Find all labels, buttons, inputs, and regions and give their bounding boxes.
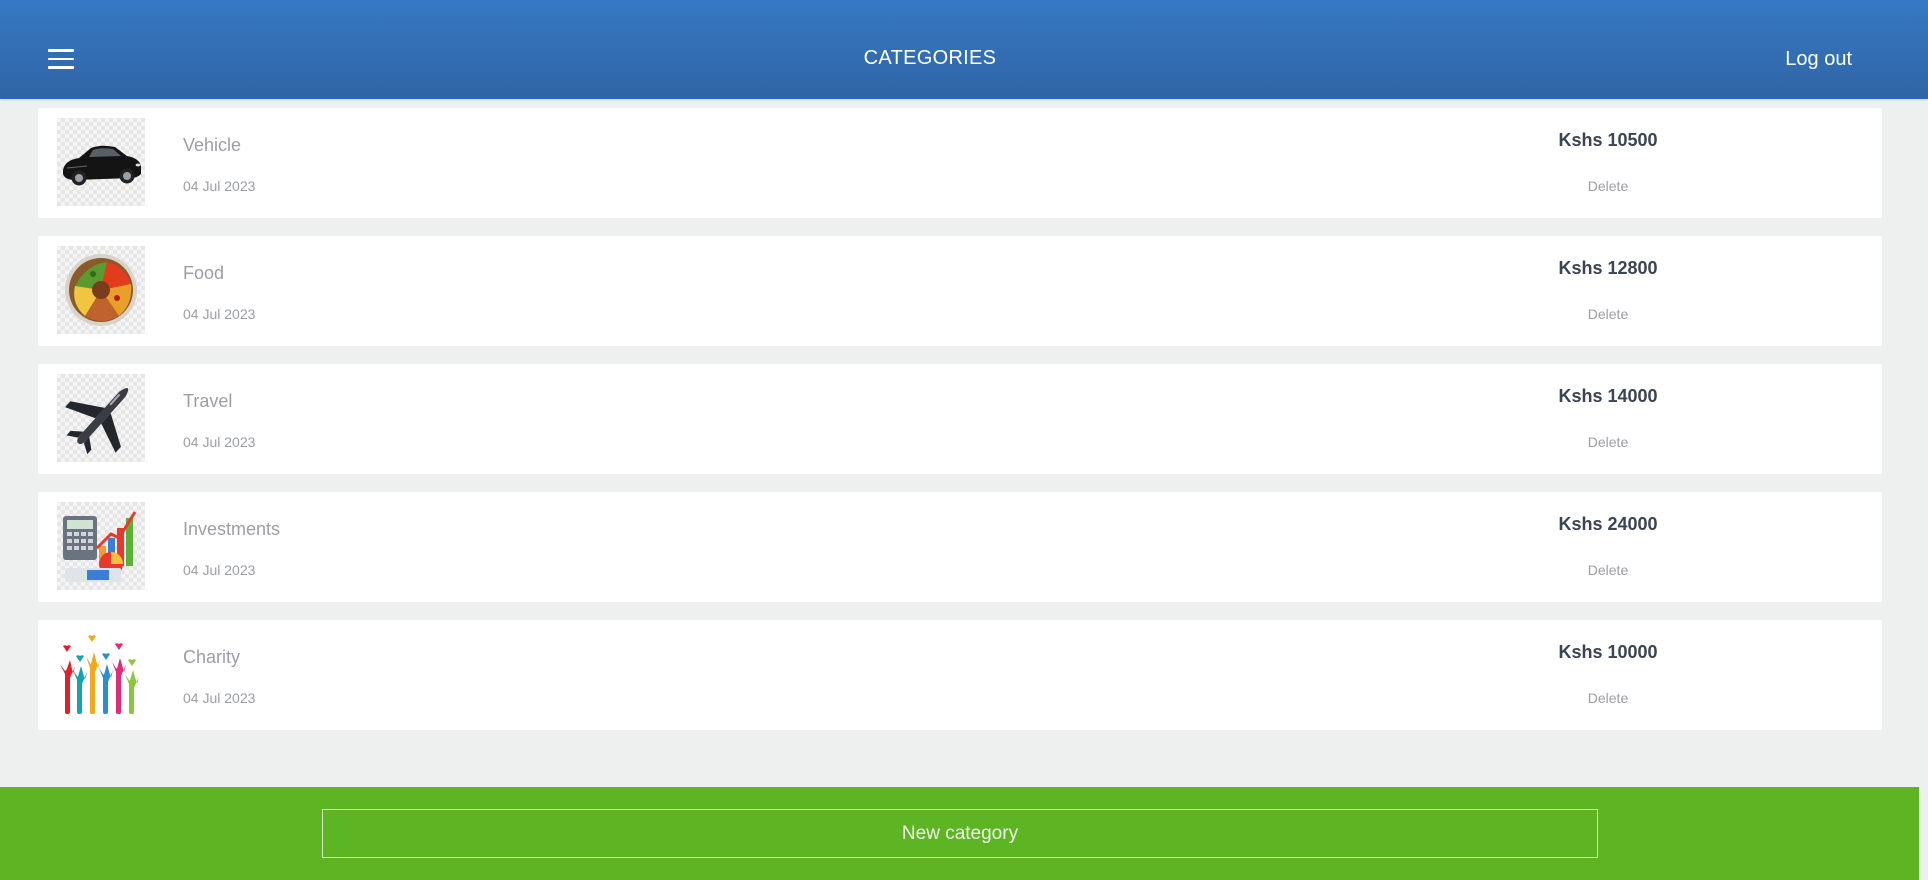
- category-amount: Kshs 14000: [1558, 386, 1658, 406]
- category-amount: Kshs 24000: [1558, 514, 1658, 534]
- category-amount: Kshs 10000: [1558, 642, 1658, 662]
- category-row-charity[interactable]: Charity 04 Jul 2023 Kshs 10000 Delete: [38, 620, 1882, 730]
- category-row-investments[interactable]: Investments 04 Jul 2023 Kshs 24000 Delet…: [38, 492, 1882, 602]
- category-list: Vehicle 04 Jul 2023 Kshs 10500 Delete Fo…: [38, 108, 1882, 748]
- page-title: CATEGORIES: [863, 47, 997, 69]
- category-row-vehicle[interactable]: Vehicle 04 Jul 2023 Kshs 10500 Delete: [38, 108, 1882, 218]
- category-date: 04 Jul 2023: [183, 178, 256, 194]
- category-row-travel[interactable]: Travel 04 Jul 2023 Kshs 14000 Delete: [38, 364, 1882, 474]
- category-date: 04 Jul 2023: [183, 434, 256, 450]
- category-date: 04 Jul 2023: [183, 690, 256, 706]
- footer-bar: New category: [0, 787, 1919, 880]
- delete-button[interactable]: Delete: [1473, 306, 1743, 322]
- food-bowl-icon: [57, 246, 145, 334]
- category-name: Vehicle: [183, 135, 242, 155]
- app-header: CATEGORIES Log out: [0, 0, 1928, 99]
- delete-button[interactable]: Delete: [1473, 434, 1743, 450]
- category-name: Food: [183, 263, 225, 283]
- delete-button[interactable]: Delete: [1473, 178, 1743, 194]
- new-category-button[interactable]: New category: [322, 809, 1598, 858]
- delete-button[interactable]: Delete: [1473, 690, 1743, 706]
- delete-button[interactable]: Delete: [1473, 562, 1743, 578]
- category-date: 04 Jul 2023: [183, 562, 256, 578]
- car-icon: [57, 118, 145, 206]
- airplane-icon: [57, 374, 145, 462]
- category-amount: Kshs 12800: [1558, 258, 1658, 278]
- category-row-food[interactable]: Food 04 Jul 2023 Kshs 12800 Delete: [38, 236, 1882, 346]
- category-name: Travel: [183, 391, 233, 411]
- category-name: Investments: [183, 519, 281, 539]
- logout-button[interactable]: Log out: [1785, 48, 1852, 71]
- category-amount: Kshs 10500: [1558, 130, 1658, 150]
- investment-chart-icon: [57, 502, 145, 590]
- category-date: 04 Jul 2023: [183, 306, 256, 322]
- category-name: Charity: [183, 647, 241, 667]
- charity-hands-icon: [57, 630, 145, 718]
